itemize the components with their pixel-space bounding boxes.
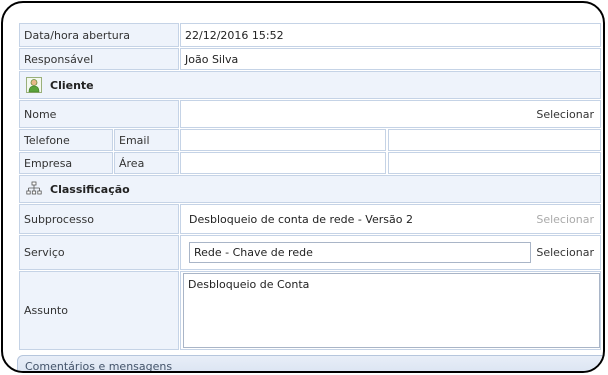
service-select-link[interactable]: Selecionar	[536, 246, 594, 259]
subprocess-field: Desbloqueio de conta de rede - Versão 2 …	[180, 204, 601, 234]
name-field[interactable]: Selecionar	[180, 100, 601, 128]
client-section-title: Cliente	[50, 78, 94, 92]
subprocess-label: Subprocesso	[19, 204, 179, 234]
subject-cell: Desbloqueio de Conta	[180, 271, 601, 350]
phone-field[interactable]	[180, 129, 386, 151]
opening-date-label: Data/hora abertura	[19, 23, 179, 47]
client-select-link[interactable]: Selecionar	[536, 108, 594, 121]
client-section-header: Cliente	[19, 71, 601, 99]
user-icon	[26, 77, 42, 93]
area-field[interactable]	[388, 152, 601, 174]
company-label: Empresa	[19, 152, 113, 174]
subject-textarea[interactable]: Desbloqueio de Conta	[183, 273, 600, 348]
service-value: Rede - Chave de rede	[194, 246, 313, 259]
comments-label: Comentários e mensagens	[25, 359, 173, 373]
form-frame: Data/hora abertura 22/12/2016 15:52 Resp…	[1, 1, 605, 373]
classification-section-title: Classificação	[50, 182, 130, 196]
comments-panel-header[interactable]: Comentários e mensagens	[17, 355, 603, 373]
email-field[interactable]	[388, 129, 601, 151]
company-field[interactable]	[180, 152, 386, 174]
email-label: Email	[114, 129, 179, 151]
opening-date-value: 22/12/2016 15:52	[180, 23, 601, 47]
responsible-label: Responsável	[19, 48, 179, 70]
service-label: Serviço	[19, 235, 179, 270]
area-label: Área	[114, 152, 179, 174]
service-row: Rede - Chave de rede Selecionar	[180, 235, 601, 270]
subprocess-value: Desbloqueio de conta de rede - Versão 2	[189, 212, 413, 226]
service-input[interactable]: Rede - Chave de rede	[189, 242, 531, 263]
phone-label: Telefone	[19, 129, 113, 151]
subject-label: Assunto	[19, 271, 179, 350]
name-label: Nome	[19, 100, 179, 128]
subprocess-select-link[interactable]: Selecionar	[536, 213, 594, 226]
responsible-value: João Silva	[180, 48, 601, 70]
hierarchy-icon	[26, 181, 42, 195]
classification-section-header: Classificação	[19, 175, 601, 203]
